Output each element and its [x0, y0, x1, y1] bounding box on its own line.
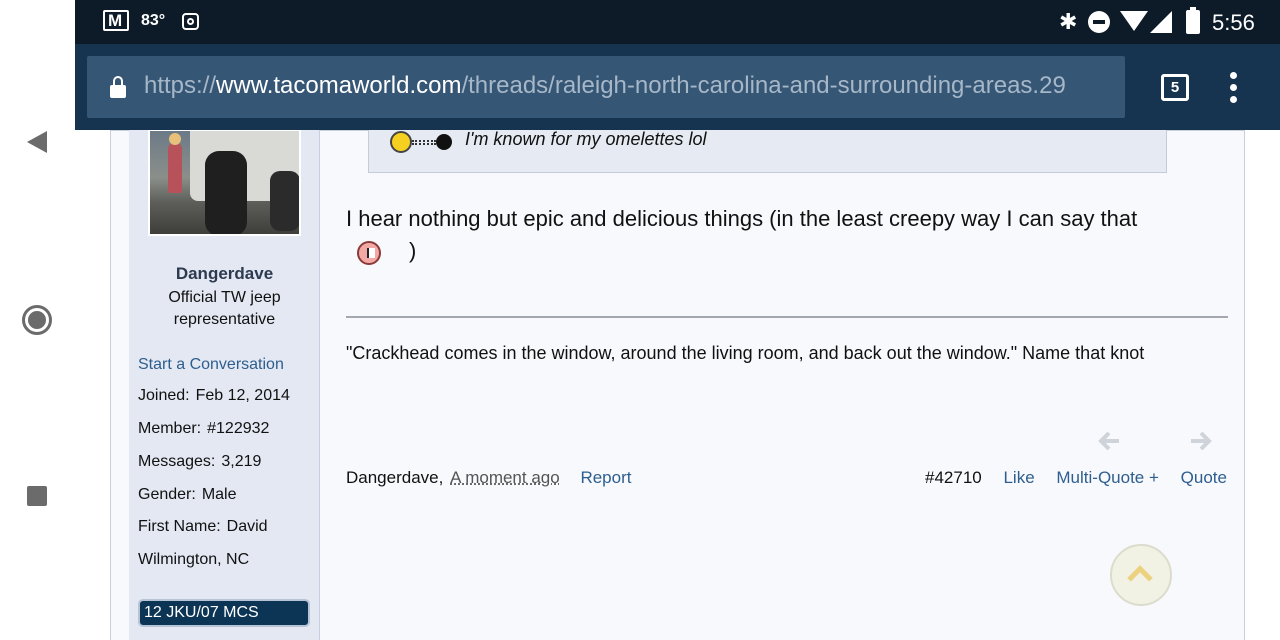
status-bar: 83° ✱ 5:56: [75, 0, 1280, 44]
tab-switcher-button[interactable]: 5: [1161, 74, 1189, 101]
user-info-panel: Dangerdave Official TW jeep representati…: [129, 130, 320, 640]
url-bar[interactable]: https://www.tacomaworld.com/threads/rale…: [87, 56, 1125, 118]
recent-apps-icon[interactable]: [27, 486, 47, 506]
stat-gender: Gender: Male: [138, 486, 237, 503]
like-link[interactable]: Like: [1003, 468, 1034, 487]
more-menu-icon[interactable]: [1227, 72, 1239, 104]
url-text[interactable]: https://www.tacomaworld.com/threads/rale…: [144, 72, 1066, 100]
clock: 5:56: [1212, 10, 1255, 35]
scroll-to-top-button[interactable]: [1110, 544, 1172, 606]
ball-and-chain-emoji-icon: [390, 131, 456, 159]
forum-post: Dangerdave Official TW jeep representati…: [110, 130, 1245, 640]
arrow-right-icon[interactable]: [1189, 429, 1213, 453]
battery-icon: [1186, 7, 1200, 34]
multi-quote-link[interactable]: Multi-Quote +: [1056, 468, 1159, 487]
instagram-icon: [182, 13, 199, 30]
home-icon[interactable]: [22, 305, 52, 335]
username[interactable]: Dangerdave: [129, 264, 320, 284]
back-icon[interactable]: [27, 131, 47, 153]
signal-icon: [1150, 11, 1172, 33]
arrow-left-icon[interactable]: [1097, 429, 1121, 453]
post-time[interactable]: A moment ago: [450, 468, 560, 487]
message-body-end: ): [409, 238, 417, 263]
wifi-icon: [1120, 11, 1148, 31]
avatar-tire-rear: [270, 171, 299, 231]
post-meta: Dangerdave, A moment ago Report: [346, 468, 631, 488]
report-link[interactable]: Report: [580, 468, 631, 487]
user-title: Official TW jeep representative: [168, 289, 281, 328]
stat-messages: Messages: 3,219: [138, 453, 262, 470]
stat-member: Member: #122932: [138, 420, 270, 437]
avatar-child: [168, 133, 182, 193]
start-conversation-link[interactable]: Start a Conversation: [138, 356, 284, 374]
stat-joined: Joined: Feb 12, 2014: [138, 387, 290, 404]
page-content: Dangerdave Official TW jeep representati…: [75, 130, 1280, 640]
avatar[interactable]: [148, 130, 301, 236]
bluetooth-icon: ✱: [1059, 9, 1078, 34]
do-not-disturb-icon: [1088, 11, 1110, 33]
url-domain: www.tacomaworld.com: [216, 72, 462, 99]
signature-divider: [346, 316, 1228, 318]
message-body: I hear nothing but epic and delicious th…: [346, 206, 1138, 231]
user-location: Wilmington, NC: [138, 551, 250, 568]
user-banner: 12 JKU/07 MCS: [138, 599, 310, 627]
avatar-tire: [205, 151, 247, 234]
android-nav-bar: [0, 0, 75, 640]
url-scheme: https://: [144, 72, 217, 99]
quote-text: I'm known for my omelettes lol: [465, 130, 707, 149]
quote-link[interactable]: Quote: [1181, 468, 1227, 487]
gmail-icon: [103, 10, 129, 31]
lock-icon: [110, 76, 126, 98]
post-actions: #42710 Like Multi-Quote + Quote: [925, 468, 1227, 488]
browser-toolbar: https://www.tacomaworld.com/threads/rale…: [75, 44, 1280, 130]
post-author[interactable]: Dangerdave,: [346, 468, 443, 487]
quote-block: I'm known for my omelettes lol: [368, 130, 1167, 173]
url-path: /threads/raleigh-north-carolina-and-surr…: [461, 72, 1066, 99]
temperature: 83°: [141, 12, 166, 29]
post-number[interactable]: #42710: [925, 468, 982, 487]
signature: "Crackhead comes in the window, around t…: [346, 343, 1145, 363]
creepy-smiley-icon: [357, 241, 381, 265]
stat-first-name: First Name: David: [138, 518, 268, 535]
